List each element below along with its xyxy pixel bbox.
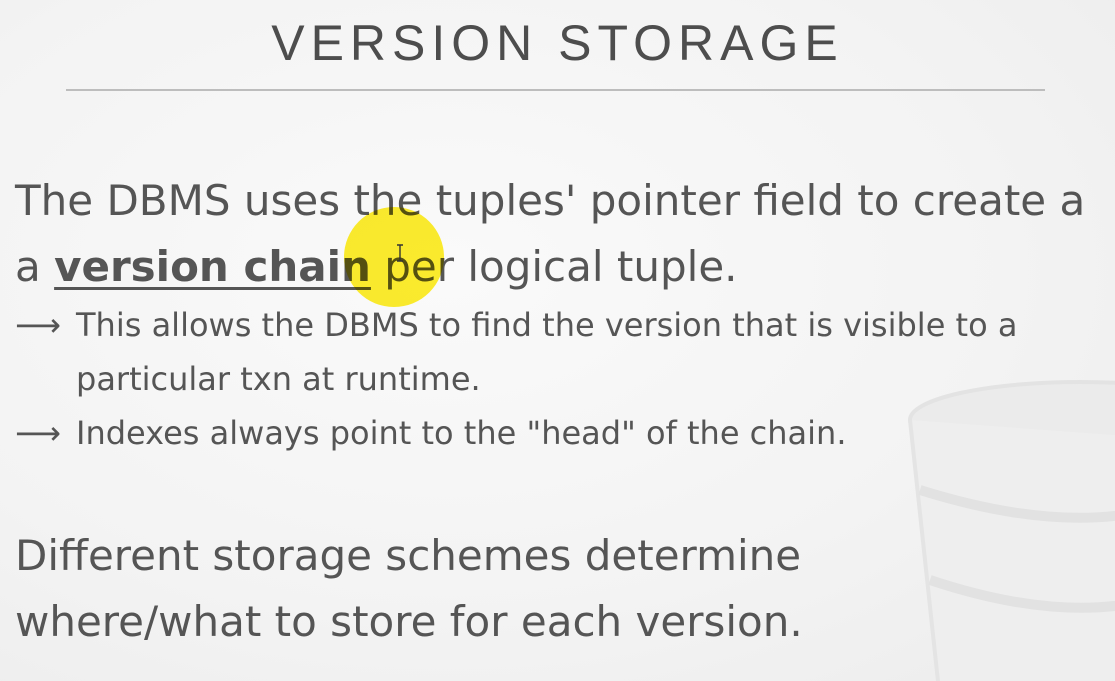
paragraph-storage-schemes: Different storage schemes determine wher… (15, 531, 803, 646)
paragraph-version-chain: The DBMS uses the tuples' pointer field … (15, 176, 1086, 291)
slide: VERSION STORAGE The DBMS uses the tuples… (0, 0, 1115, 681)
bullet-text: Indexes always point to the "head" of th… (76, 414, 847, 452)
version-chain-term: version chain (54, 242, 371, 291)
title-divider (66, 89, 1045, 91)
arrow-icon: ⟶ (15, 414, 61, 452)
bullet-text: This allows the DBMS to find the version… (76, 306, 1018, 398)
slide-title: VERSION STORAGE (271, 15, 844, 71)
paragraph-text-start: The DBMS uses the tuples' pointer field … (15, 176, 1086, 225)
paragraph-text-end: per logical tuple. (370, 242, 738, 291)
bullet-list: ⟶ This allows the DBMS to find the versi… (15, 298, 1076, 460)
bullet-item: ⟶ This allows the DBMS to find the versi… (15, 298, 1076, 406)
bullet-item: ⟶ Indexes always point to the "head" of … (15, 406, 1076, 460)
arrow-icon: ⟶ (15, 306, 61, 344)
text-cursor-icon (397, 244, 403, 262)
